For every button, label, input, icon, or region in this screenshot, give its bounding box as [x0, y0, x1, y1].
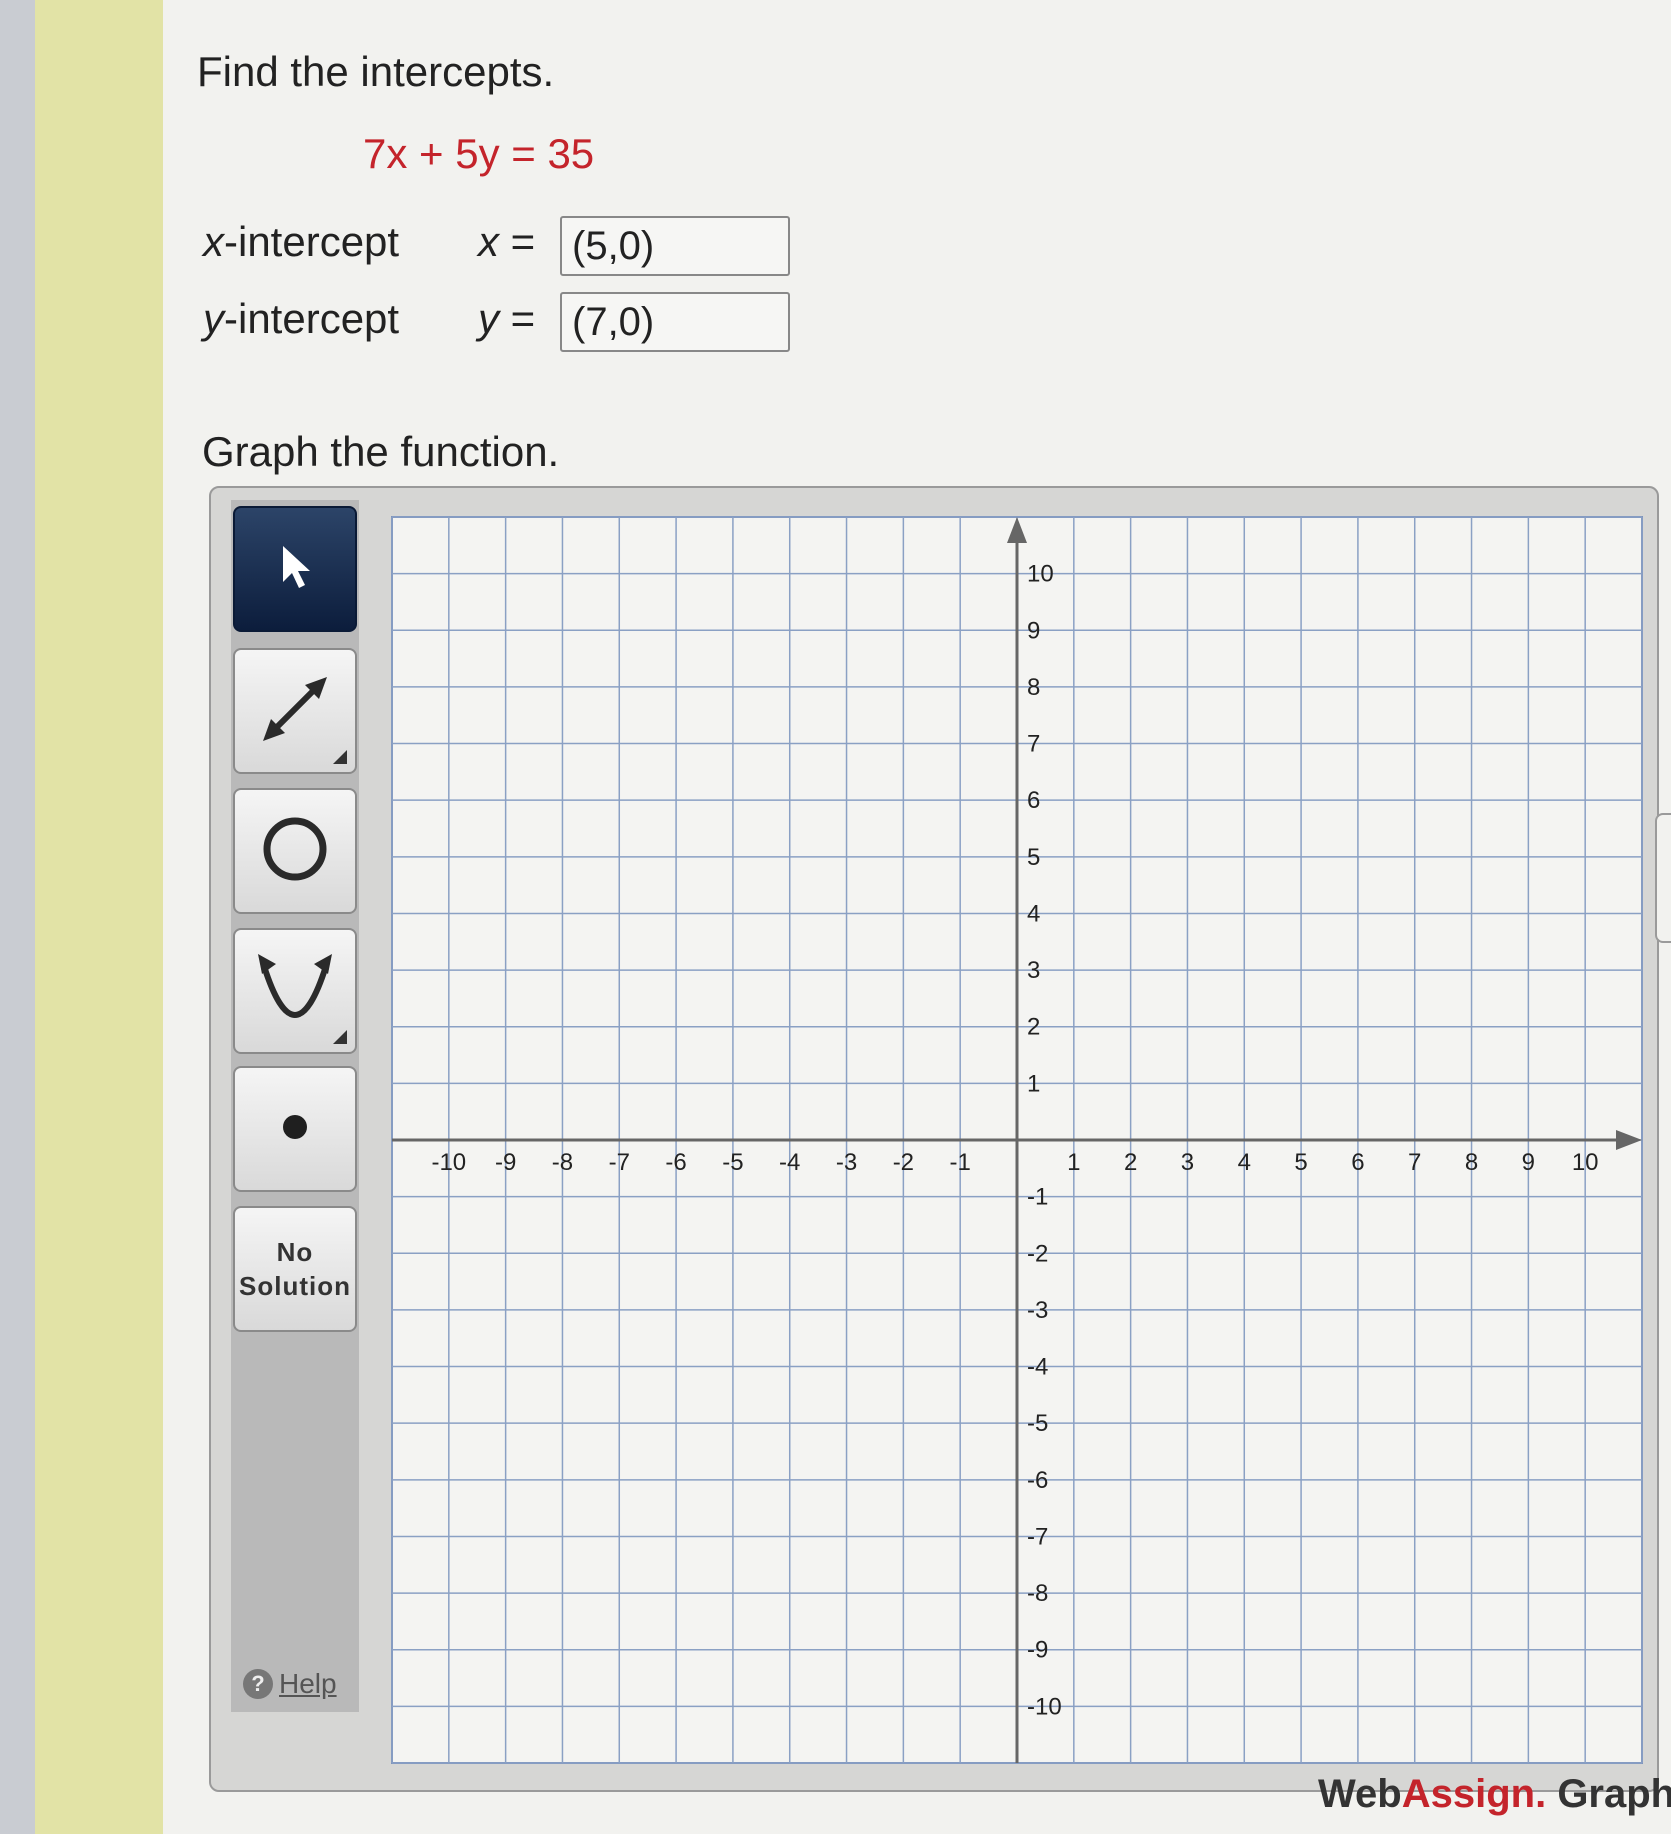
line-tool-options-corner	[333, 750, 347, 764]
parabola-icon	[250, 944, 340, 1039]
x-tick-label: -7	[609, 1149, 630, 1176]
x-tick-label: 1	[1067, 1149, 1080, 1176]
x-tick-label: -3	[836, 1149, 857, 1176]
line-tool-button[interactable]	[233, 648, 357, 774]
y-tick-label: 10	[1027, 561, 1054, 588]
parabola-tool-options-corner	[333, 1030, 347, 1044]
pointer-tool-button[interactable]	[233, 506, 357, 632]
y-tick-label: -7	[1027, 1523, 1048, 1550]
y-intercept-input[interactable]	[572, 294, 772, 350]
y-tick-label: 4	[1027, 900, 1040, 927]
x-tick-label: 7	[1408, 1149, 1421, 1176]
y-tick-label: 5	[1027, 844, 1040, 871]
x-tick-label: 6	[1351, 1149, 1364, 1176]
y-tick-label: 9	[1027, 617, 1040, 644]
no-solution-label: No Solution	[239, 1235, 351, 1303]
x-tick-label: 2	[1124, 1149, 1137, 1176]
x-tick-label: 3	[1181, 1149, 1194, 1176]
y-tick-label: 6	[1027, 787, 1040, 814]
y-tick-label: -2	[1027, 1240, 1048, 1267]
x-intercept-answer-box[interactable]	[560, 216, 790, 276]
x-intercept-input[interactable]	[572, 218, 772, 274]
side-scroll-tab[interactable]	[1655, 813, 1671, 943]
x-tick-label: -2	[893, 1149, 914, 1176]
x-intercept-eq-var: x	[478, 218, 499, 265]
brand-assign: Assign.	[1401, 1772, 1547, 1816]
question-title: Find the intercepts.	[197, 48, 555, 95]
graph-heading: Graph the function.	[202, 428, 560, 475]
help-label: Help	[279, 1668, 337, 1699]
parabola-tool-button[interactable]	[233, 928, 357, 1054]
y-tick-label: 8	[1027, 674, 1040, 701]
brand-web: Web	[1318, 1772, 1402, 1816]
y-intercept-equals: y =	[478, 295, 535, 343]
no-solution-label-line1: No	[276, 1237, 314, 1267]
circle-tool-button[interactable]	[233, 788, 357, 914]
y-intercept-answer-box[interactable]	[560, 292, 790, 352]
point-icon	[275, 1107, 315, 1152]
question-margin-strip	[35, 0, 163, 1834]
x-intercept-label-var: x	[203, 218, 224, 265]
question-equation: 7x + 5y = 35	[363, 130, 595, 177]
brand-suffix: Graphing	[1557, 1772, 1671, 1816]
x-tick-label: -4	[779, 1149, 800, 1176]
x-intercept-equals: x =	[478, 218, 535, 266]
x-tick-label: -10	[431, 1149, 466, 1176]
y-intercept-label-text: -intercept	[224, 295, 400, 342]
y-intercept-label-var: y	[203, 295, 224, 342]
x-intercept-eq-sign: =	[510, 218, 536, 265]
browser-left-edge	[0, 0, 35, 1834]
x-tick-label: -9	[495, 1149, 516, 1176]
x-intercept-label: x-intercept	[203, 218, 399, 266]
y-tick-label: 1	[1027, 1070, 1040, 1097]
x-tick-label: 10	[1572, 1149, 1599, 1176]
coordinate-grid[interactable]: -10 -9 -8 -7 -6 -5 -4 -3 -2 -1 1 2 3 4 5 6 7 8 9 10 10 9 8 7 6 5 4…	[380, 505, 1660, 1780]
x-tick-label: -8	[552, 1149, 573, 1176]
no-solution-label-line2: Solution	[239, 1271, 351, 1301]
y-tick-label: 3	[1027, 957, 1040, 984]
no-solution-button[interactable]: No Solution	[233, 1206, 357, 1332]
x-intercept-label-text: -intercept	[224, 218, 400, 265]
x-tick-label: 9	[1522, 1149, 1535, 1176]
x-tick-label: -1	[950, 1149, 971, 1176]
double-arrow-line-icon	[255, 669, 335, 754]
y-tick-label: -9	[1027, 1637, 1048, 1664]
webassign-branding: WebAssign. Graphing	[1318, 1772, 1671, 1817]
x-tick-label: -5	[722, 1149, 743, 1176]
y-intercept-eq-var: y	[478, 295, 499, 342]
y-tick-label: -5	[1027, 1410, 1048, 1437]
y-tick-label: -1	[1027, 1184, 1048, 1211]
help-link[interactable]: ? Help	[243, 1668, 337, 1700]
question-mark-icon: ?	[243, 1669, 273, 1699]
x-tick-label: 5	[1294, 1149, 1307, 1176]
y-tick-label: 7	[1027, 731, 1040, 758]
y-tick-label: -6	[1027, 1467, 1048, 1494]
y-intercept-eq-sign: =	[510, 295, 536, 342]
circle-icon	[255, 809, 335, 894]
y-intercept-label: y-intercept	[203, 295, 399, 343]
x-tick-label: -6	[665, 1149, 686, 1176]
y-tick-label: -10	[1027, 1693, 1062, 1720]
y-tick-label: -8	[1027, 1580, 1048, 1607]
x-tick-label: 4	[1238, 1149, 1251, 1176]
x-tick-label: 8	[1465, 1149, 1478, 1176]
y-tick-label: 2	[1027, 1014, 1040, 1041]
y-tick-label: -3	[1027, 1297, 1048, 1324]
point-tool-button[interactable]	[233, 1066, 357, 1192]
arrow-pointer-icon	[275, 542, 315, 597]
y-tick-label: -4	[1027, 1354, 1048, 1381]
